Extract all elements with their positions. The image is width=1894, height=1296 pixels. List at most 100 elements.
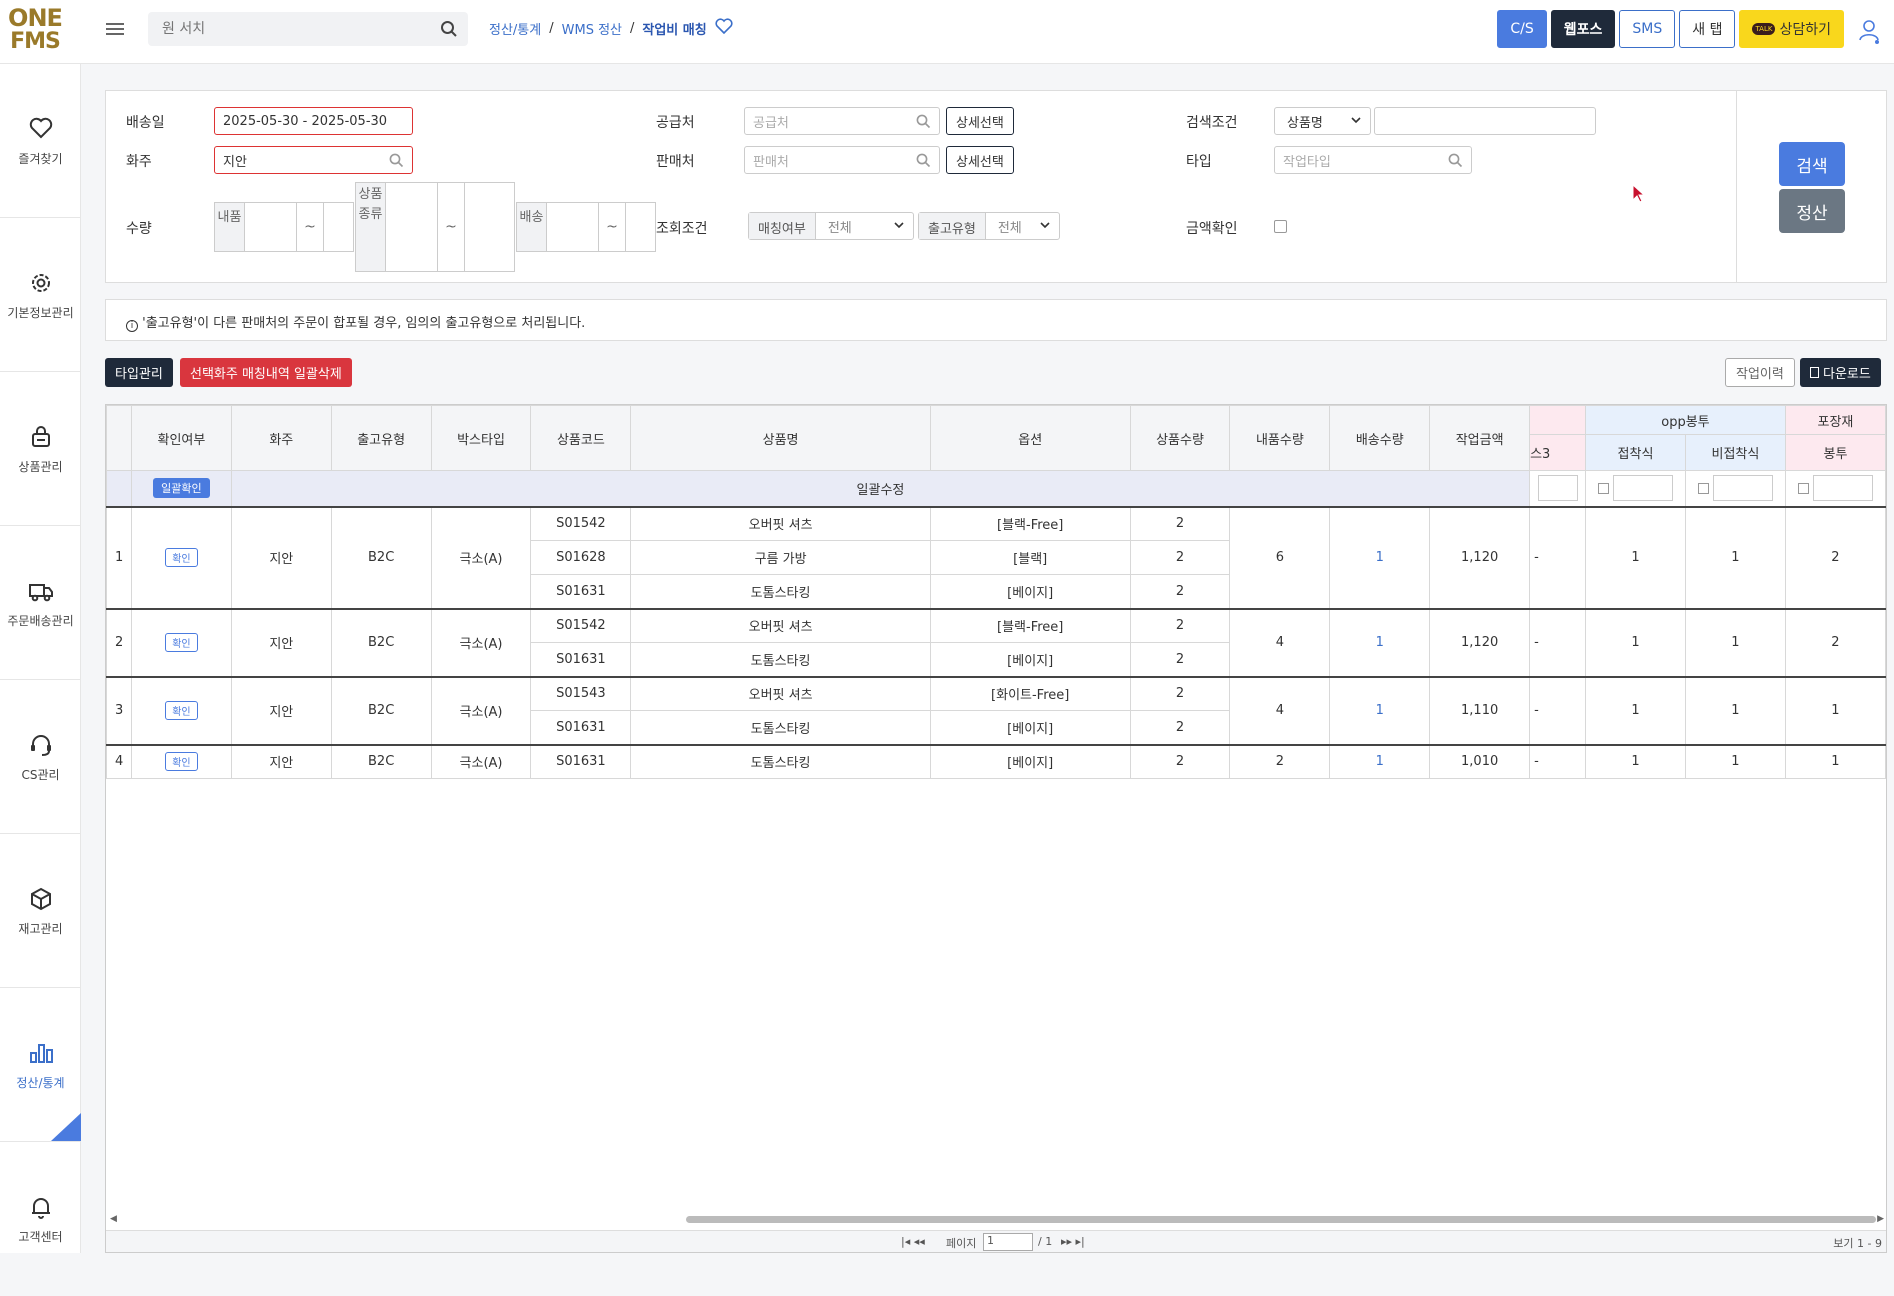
- history-button[interactable]: 작업이력: [1725, 358, 1795, 387]
- owner-input[interactable]: 지안: [214, 146, 413, 174]
- col-header[interactable]: 상품수량: [1129, 405, 1231, 471]
- sidebar: 즐겨찾기 기본정보관리 상품관리 주문배송관리 CS관리 재고관리 정산/통계 …: [0, 64, 81, 1253]
- top-buttons: C/S 웹포스 SMS 새 탭 TALK 상담하기: [1497, 10, 1844, 48]
- owner-cell: 지안: [230, 675, 332, 745]
- pager-page-input[interactable]: 1: [983, 1233, 1033, 1251]
- col-header[interactable]: 상품명: [630, 405, 931, 471]
- download-label: 다운로드: [1823, 367, 1871, 382]
- sidebar-item-label: 주문배송관리: [7, 614, 74, 628]
- settle-button[interactable]: 정산: [1779, 189, 1845, 233]
- bulk-adh-checkbox[interactable]: [1597, 482, 1609, 494]
- opp-adhesive-cell: 1: [1585, 505, 1686, 609]
- qty-kind-min[interactable]: [386, 183, 438, 271]
- match-value: 전체: [827, 220, 852, 236]
- supplier-detail-button[interactable]: 상세선택: [946, 107, 1014, 135]
- search-icon[interactable]: [916, 114, 931, 133]
- bulk-cut-input[interactable]: [1537, 475, 1578, 502]
- opp-nonadhesive-cell: 1: [1684, 607, 1786, 677]
- kakao-consult-button[interactable]: TALK 상담하기: [1739, 10, 1844, 48]
- wepos-button[interactable]: 웹포스: [1550, 10, 1616, 48]
- confirm-button[interactable]: 확인: [165, 633, 198, 652]
- bulk-confirm-button[interactable]: 일괄확인: [153, 478, 210, 499]
- sidebar-item-basic-info[interactable]: 기본정보관리: [0, 218, 81, 372]
- divider: [1736, 91, 1737, 282]
- cs-button[interactable]: C/S: [1497, 10, 1547, 48]
- col-header[interactable]: 상품코드: [530, 405, 632, 471]
- app-logo[interactable]: ONE FMS: [6, 6, 64, 56]
- ship-date-input[interactable]: 2025-05-30 - 2025-05-30: [214, 107, 413, 135]
- sidebar-item-inventory[interactable]: 재고관리: [0, 834, 81, 988]
- match-select[interactable]: 매칭여부 전체: [748, 212, 914, 240]
- horizontal-scrollbar[interactable]: ◀ ▶: [106, 1212, 1886, 1226]
- cond-text-input[interactable]: [1374, 107, 1596, 135]
- table-row[interactable]: 4 확인 지안 B2C 극소(A) S01631 도톰스타킹 [베이지] 2 2 1 1,010-1 1…: [106, 743, 1886, 779]
- table-row[interactable]: 1 확인 지안 B2C 극소(A) S01542 오버핏 셔츠 [블랙-Free] 2 6 1 1,1…: [106, 505, 1886, 609]
- table-row[interactable]: 3 확인 지안 B2C 극소(A) S01543 오버핏 셔츠 [화이트-Free] 2 4 1 1,…: [106, 675, 1886, 745]
- sidebar-item-orders[interactable]: 주문배송관리: [0, 526, 81, 680]
- confirm-button[interactable]: 확인: [165, 752, 198, 772]
- col-header[interactable]: 출고유형: [330, 405, 432, 471]
- scrollbar-thumb[interactable]: [686, 1216, 1876, 1223]
- qty-ship-min[interactable]: [547, 203, 599, 251]
- sidebar-item-label: 즐겨찾기: [18, 152, 63, 166]
- amount-check-checkbox[interactable]: [1274, 220, 1287, 233]
- breadcrumb-item[interactable]: 정산/통계: [489, 19, 541, 38]
- sidebar-item-support[interactable]: 고객센터: [0, 1142, 81, 1296]
- type-input[interactable]: 작업타입: [1274, 146, 1472, 174]
- seller-input[interactable]: 판매처: [744, 146, 940, 174]
- col-header[interactable]: 배송수량: [1329, 405, 1431, 471]
- favorite-heart-icon[interactable]: [715, 18, 733, 38]
- scroll-right-icon[interactable]: ▶: [1877, 1214, 1884, 1224]
- confirm-button[interactable]: 확인: [165, 701, 198, 720]
- pager-first-icon[interactable]: |◂ ◂◂: [901, 1235, 925, 1248]
- menu-toggle-icon[interactable]: [106, 20, 124, 36]
- user-icon[interactable]: [1858, 18, 1880, 48]
- confirm-button[interactable]: 확인: [165, 548, 198, 567]
- col-header[interactable]: 옵션: [929, 405, 1131, 471]
- gear-icon: [28, 270, 54, 296]
- type-manage-button[interactable]: 타입관리: [105, 358, 173, 387]
- outtype-select[interactable]: 출고유형 전체: [918, 212, 1060, 240]
- bulk-bag-input[interactable]: [1812, 475, 1873, 502]
- search-input[interactable]: [162, 18, 422, 40]
- download-button[interactable]: 다운로드: [1800, 358, 1881, 387]
- new-tab-button[interactable]: 새 탭: [1679, 10, 1736, 48]
- supplier-input[interactable]: 공급처: [744, 107, 940, 135]
- search-icon[interactable]: [440, 20, 458, 42]
- col-header[interactable]: 박스타입: [430, 405, 532, 471]
- search-button[interactable]: 검색: [1779, 142, 1845, 186]
- consult-label: 상담하기: [1779, 22, 1831, 38]
- opp-adhesive-cell: 1: [1585, 675, 1686, 745]
- bulk-nonadh-input[interactable]: [1712, 475, 1773, 502]
- qty-inner-max[interactable]: [323, 203, 353, 251]
- qty-inner-min[interactable]: [245, 203, 297, 251]
- search-icon[interactable]: [1448, 153, 1463, 172]
- product-code-cell: S01631: [530, 743, 632, 779]
- sidebar-item-favorites[interactable]: 즐겨찾기: [0, 64, 81, 218]
- sidebar-item-cs[interactable]: CS관리: [0, 680, 81, 834]
- product-qty-cell: 2: [1129, 710, 1231, 745]
- seller-detail-button[interactable]: 상세선택: [946, 146, 1014, 174]
- scroll-left-icon[interactable]: ◀: [110, 1214, 117, 1224]
- breadcrumb-item[interactable]: WMS 정산: [562, 19, 622, 38]
- search-icon[interactable]: [389, 153, 404, 172]
- bulk-adh-input[interactable]: [1612, 475, 1673, 502]
- bulk-nonadh-checkbox[interactable]: [1697, 482, 1709, 494]
- chevron-down-icon: [1039, 219, 1051, 235]
- col-header[interactable]: 내품수량: [1229, 405, 1331, 471]
- bulk-bag-checkbox[interactable]: [1797, 482, 1809, 494]
- col-header[interactable]: 확인여부: [130, 405, 232, 471]
- range-tilde: ~: [445, 219, 457, 235]
- table-row[interactable]: 2 확인 지안 B2C 극소(A) S01542 오버핏 셔츠 [블랙-Free] 2 4 1 1,1…: [106, 607, 1886, 677]
- search-icon[interactable]: [916, 153, 931, 172]
- bulk-confirm-cell: 일괄확인: [130, 470, 232, 507]
- bulk-delete-button[interactable]: 선택화주 매칭내역 일괄삭제: [180, 358, 352, 387]
- sms-button[interactable]: SMS: [1619, 10, 1676, 48]
- sidebar-item-products[interactable]: 상품관리: [0, 372, 81, 526]
- cond-select[interactable]: 상품명: [1274, 107, 1371, 135]
- col-header[interactable]: 작업금액: [1429, 405, 1531, 471]
- qty-ship-max[interactable]: [625, 203, 655, 251]
- pager-next-icon[interactable]: ▸▸ ▸|: [1061, 1235, 1085, 1248]
- col-header[interactable]: 화주: [230, 405, 332, 471]
- qty-kind-max[interactable]: [464, 183, 514, 271]
